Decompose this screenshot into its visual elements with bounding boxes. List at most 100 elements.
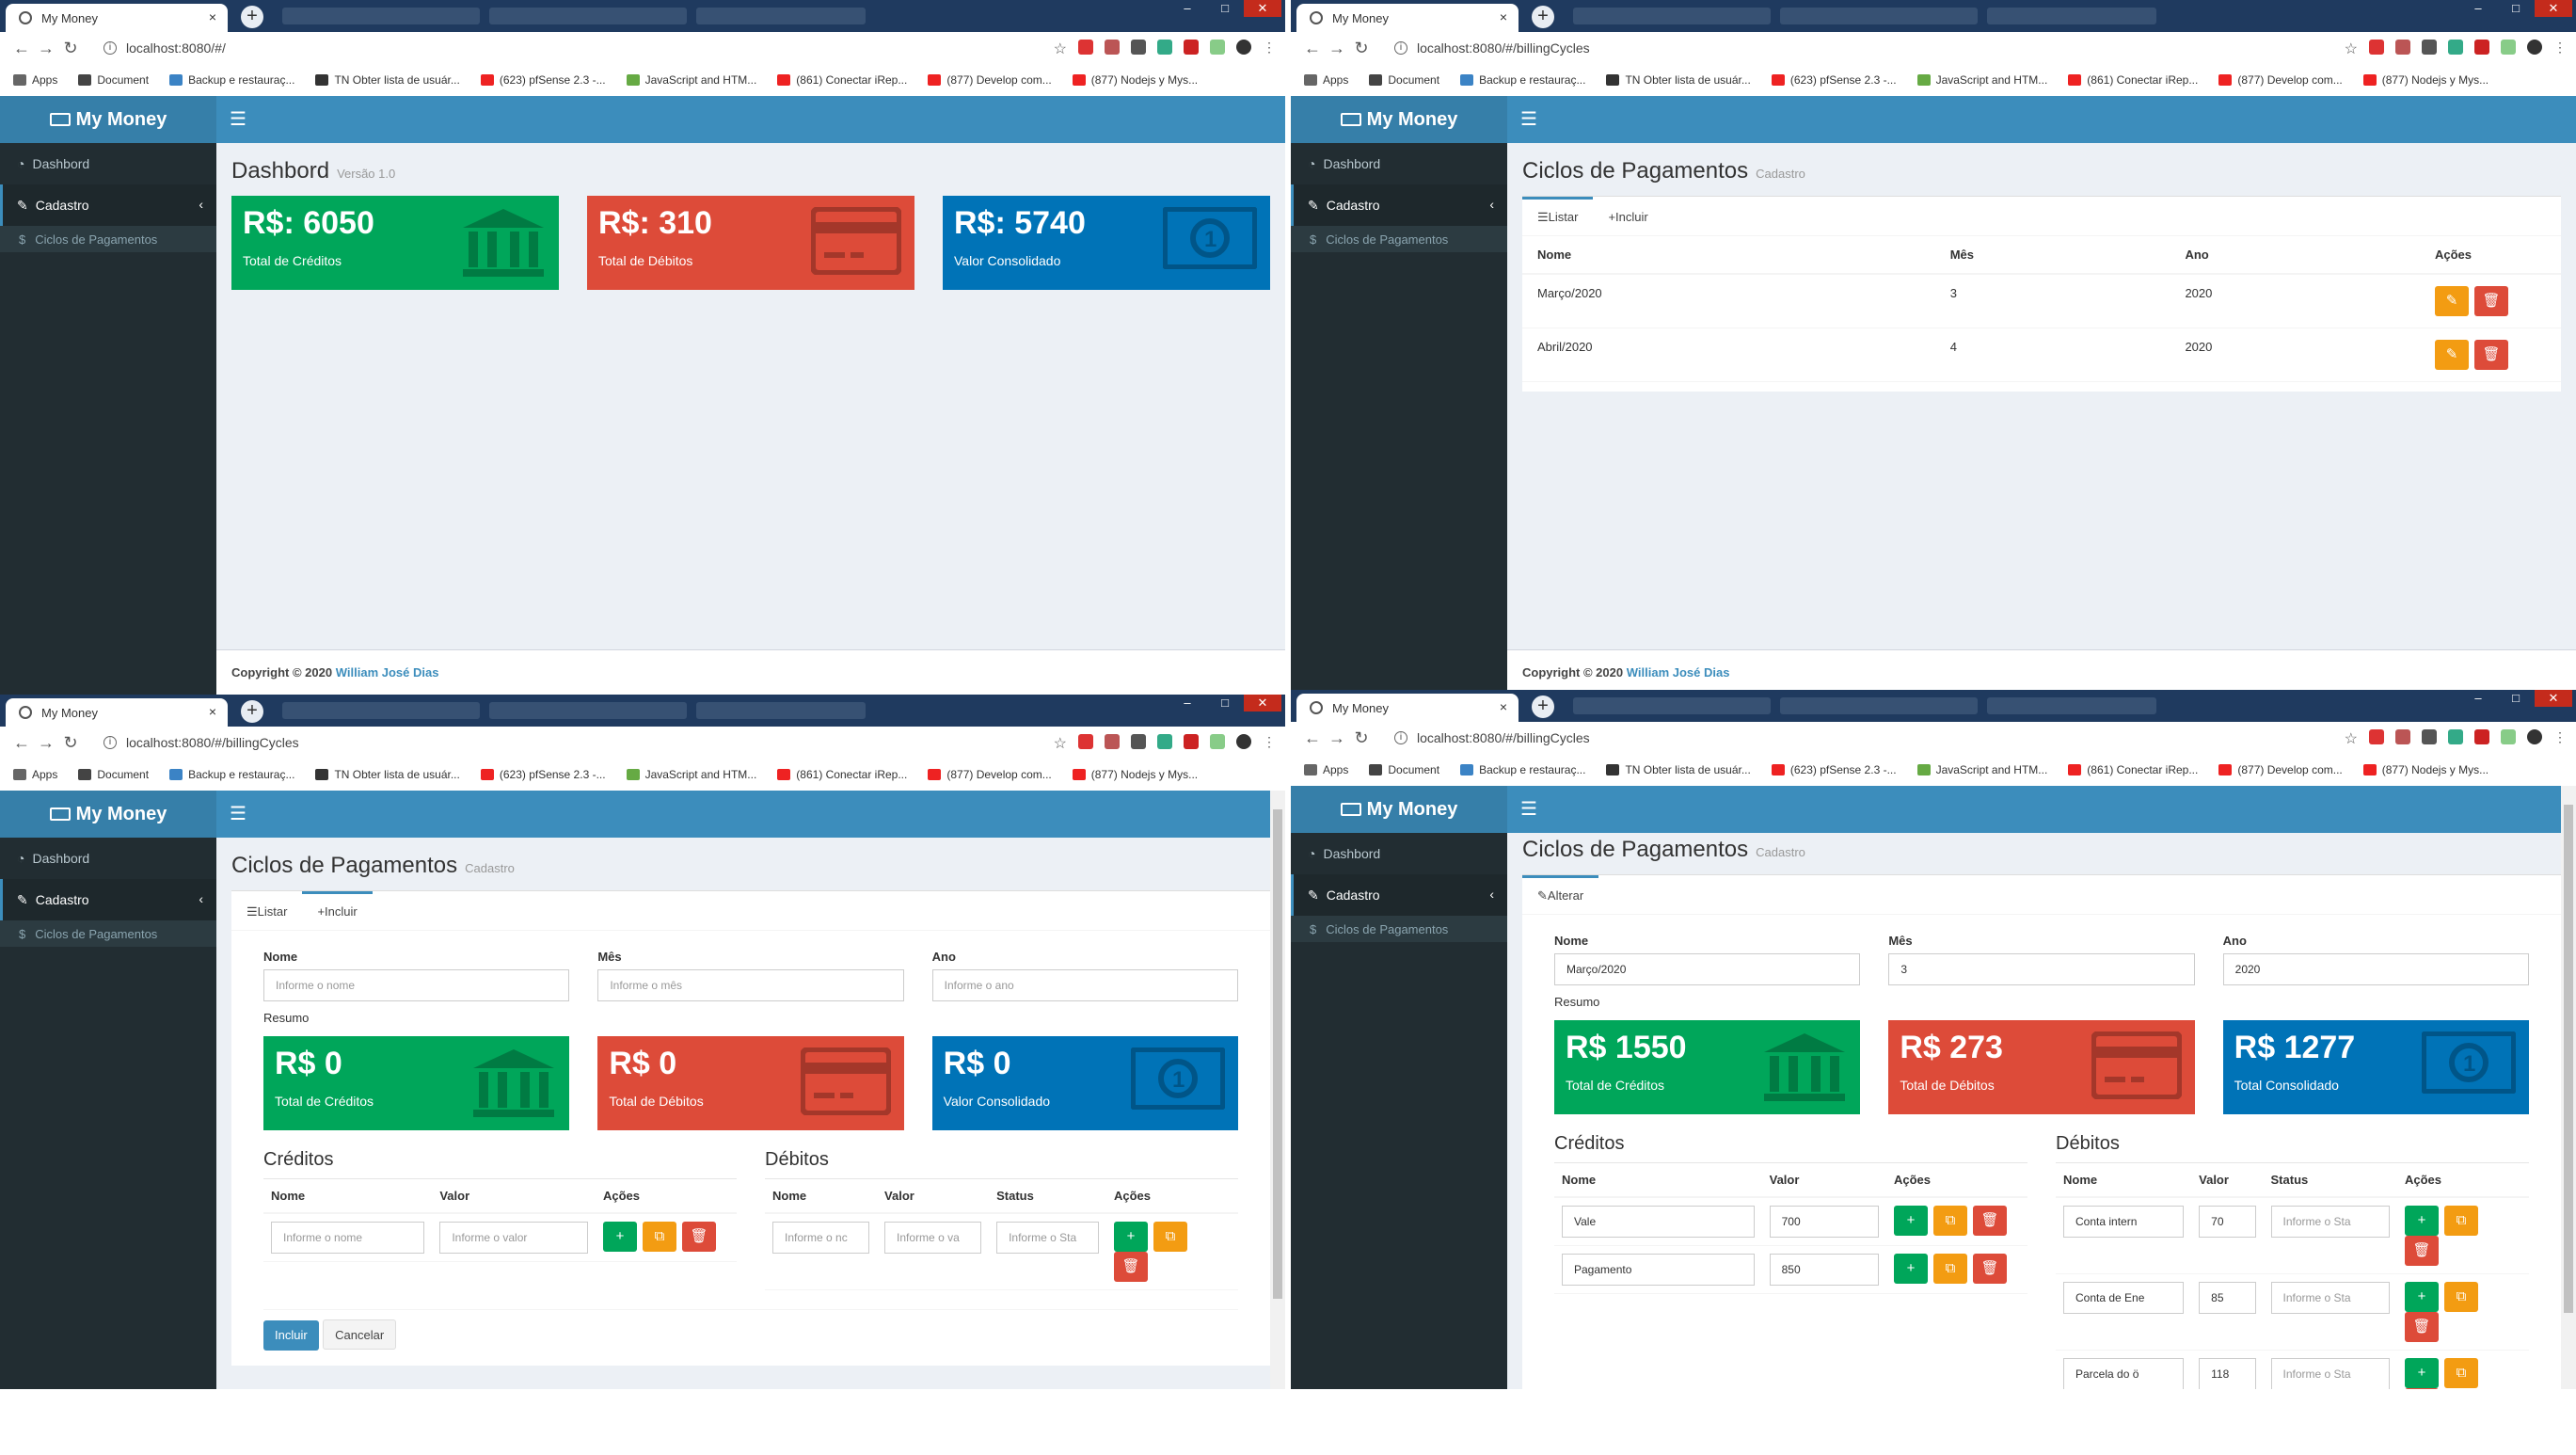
mes-input[interactable]: Informe o mês: [597, 969, 904, 1001]
maximize-icon[interactable]: □: [2497, 690, 2535, 707]
back-icon[interactable]: ←: [9, 39, 34, 58]
url-field[interactable]: localhost:8080/#/billingCycles: [1417, 40, 1590, 56]
bookmark-item[interactable]: Apps: [1304, 73, 1348, 87]
bookmark-item[interactable]: (877) Develop com...: [2218, 73, 2343, 87]
background-tab[interactable]: [282, 702, 480, 719]
reload-icon[interactable]: ↻: [58, 733, 83, 753]
clone-icon[interactable]: ⧉: [2444, 1282, 2478, 1312]
trash-icon[interactable]: 🗑: [682, 1222, 716, 1252]
logo[interactable]: My Money: [1291, 96, 1507, 143]
logo[interactable]: My Money: [0, 96, 216, 143]
bookmark-item[interactable]: JavaScript and HTM...: [1916, 763, 2047, 776]
debit-status-input[interactable]: Informe o Sta: [2270, 1282, 2390, 1314]
bookmark-item[interactable]: Backup e restauraç...: [169, 768, 294, 781]
menu-dots-icon[interactable]: ⋮: [1263, 40, 1276, 58]
background-tab[interactable]: [1573, 8, 1771, 24]
info-icon[interactable]: i: [103, 41, 117, 55]
reload-icon[interactable]: ↻: [1349, 728, 1374, 748]
info-icon[interactable]: i: [1394, 41, 1407, 55]
background-tab[interactable]: [489, 702, 687, 719]
extension-icon[interactable]: [2501, 40, 2516, 55]
edit-icon[interactable]: ✎: [2435, 286, 2469, 316]
background-tab[interactable]: [1987, 8, 2156, 24]
add-icon[interactable]: +: [1114, 1222, 1148, 1252]
nome-input[interactable]: Informe o nome: [263, 969, 570, 1001]
maximize-icon[interactable]: □: [1206, 695, 1244, 712]
extension-icon[interactable]: [1105, 40, 1120, 55]
extension-icon[interactable]: [2422, 729, 2437, 744]
url-field[interactable]: localhost:8080/#/: [126, 40, 226, 56]
trash-icon[interactable]: 🗑: [1114, 1252, 1148, 1282]
cancel-button[interactable]: Cancelar: [323, 1319, 397, 1350]
extension-icon[interactable]: [1210, 734, 1225, 749]
debit-nome-input[interactable]: Parcela do ö: [2063, 1358, 2185, 1389]
info-icon[interactable]: i: [103, 736, 117, 749]
bookmark-item[interactable]: (623) pfSense 2.3 -...: [480, 73, 606, 87]
debit-valor-input[interactable]: 70: [2199, 1206, 2256, 1238]
sidebar-item-ciclos[interactable]: $ Ciclos de Pagamentos: [1291, 226, 1507, 252]
debit-valor-input[interactable]: 85: [2199, 1282, 2256, 1314]
bookmark-item[interactable]: TN Obter lista de usuár...: [315, 73, 460, 87]
background-tab[interactable]: [489, 8, 687, 24]
minimize-icon[interactable]: –: [2459, 690, 2497, 707]
browser-tab[interactable]: My Money ×: [6, 4, 228, 32]
tab-incluir[interactable]: +Incluir: [302, 891, 373, 930]
credit-nome-input[interactable]: Informe o nome: [271, 1222, 425, 1254]
extension-icon[interactable]: [2448, 40, 2463, 55]
extension-icon[interactable]: [2501, 729, 2516, 744]
add-icon[interactable]: +: [603, 1222, 637, 1252]
avatar[interactable]: [1236, 40, 1251, 55]
debit-status-input[interactable]: Informe o Sta: [996, 1222, 1099, 1254]
clone-icon[interactable]: ⧉: [1933, 1206, 1967, 1236]
star-icon[interactable]: ☆: [1054, 40, 1067, 58]
extension-icon[interactable]: [1184, 734, 1199, 749]
debit-valor-input[interactable]: 118: [2199, 1358, 2256, 1389]
bookmark-item[interactable]: TN Obter lista de usuár...: [1606, 73, 1751, 87]
trash-icon[interactable]: 🗑: [2474, 286, 2508, 316]
debit-status-input[interactable]: Informe o Sta: [2270, 1358, 2390, 1389]
sidebar-item-dashboard[interactable]: ◔ Dashbord: [0, 143, 216, 184]
star-icon[interactable]: ☆: [1054, 734, 1067, 753]
browser-tab[interactable]: My Money ×: [1296, 694, 1519, 722]
bookmark-item[interactable]: TN Obter lista de usuár...: [315, 768, 460, 781]
bookmark-item[interactable]: (623) pfSense 2.3 -...: [1771, 73, 1897, 87]
star-icon[interactable]: ☆: [2345, 40, 2358, 58]
reload-icon[interactable]: ↻: [58, 39, 83, 58]
extension-icon[interactable]: [2395, 40, 2410, 55]
add-icon[interactable]: +: [2405, 1282, 2439, 1312]
sidebar-item-cadastro[interactable]: ✎ Cadastro ‹: [1291, 184, 1507, 226]
sidebar-item-cadastro[interactable]: ✎ Cadastro ‹: [1291, 874, 1507, 916]
extension-icon[interactable]: [2369, 729, 2384, 744]
extension-icon[interactable]: [1131, 40, 1146, 55]
forward-icon[interactable]: →: [34, 39, 58, 58]
background-tab[interactable]: [1780, 697, 1978, 714]
extension-icon[interactable]: [1184, 40, 1199, 55]
url-field[interactable]: localhost:8080/#/billingCycles: [1417, 730, 1590, 745]
extension-icon[interactable]: [1078, 40, 1093, 55]
bookmark-item[interactable]: (877) Nodejs y Mys...: [2362, 73, 2489, 87]
clone-icon[interactable]: ⧉: [1153, 1222, 1187, 1252]
trash-icon[interactable]: 🗑: [2405, 1236, 2439, 1266]
maximize-icon[interactable]: □: [2497, 0, 2535, 17]
close-window-icon[interactable]: ✕: [1244, 695, 1281, 712]
back-icon[interactable]: ←: [9, 733, 34, 753]
browser-tab[interactable]: My Money ×: [6, 698, 228, 727]
bookmark-item[interactable]: (861) Conectar iRep...: [777, 73, 907, 87]
bookmark-item[interactable]: Apps: [1304, 763, 1348, 776]
url-field[interactable]: localhost:8080/#/billingCycles: [126, 735, 299, 750]
bookmark-item[interactable]: JavaScript and HTM...: [626, 73, 756, 87]
bookmark-item[interactable]: (861) Conectar iRep...: [2068, 73, 2198, 87]
bookmark-item[interactable]: Document: [78, 768, 149, 781]
sidebar-item-dashboard[interactable]: ◔ Dashbord: [1291, 833, 1507, 874]
trash-icon[interactable]: 🗑: [2474, 340, 2508, 370]
ano-input[interactable]: Informe o ano: [931, 969, 1238, 1001]
bookmark-item[interactable]: Backup e restauraç...: [1460, 73, 1585, 87]
new-tab-button[interactable]: +: [241, 6, 263, 28]
close-tab-icon[interactable]: ×: [1500, 699, 1507, 714]
bookmark-item[interactable]: (861) Conectar iRep...: [2068, 763, 2198, 776]
maximize-icon[interactable]: □: [1206, 0, 1244, 17]
clone-icon[interactable]: ⧉: [643, 1222, 676, 1252]
avatar[interactable]: [2527, 40, 2542, 55]
clone-icon[interactable]: ⧉: [1933, 1254, 1967, 1284]
author-link[interactable]: William José Dias: [336, 665, 439, 680]
